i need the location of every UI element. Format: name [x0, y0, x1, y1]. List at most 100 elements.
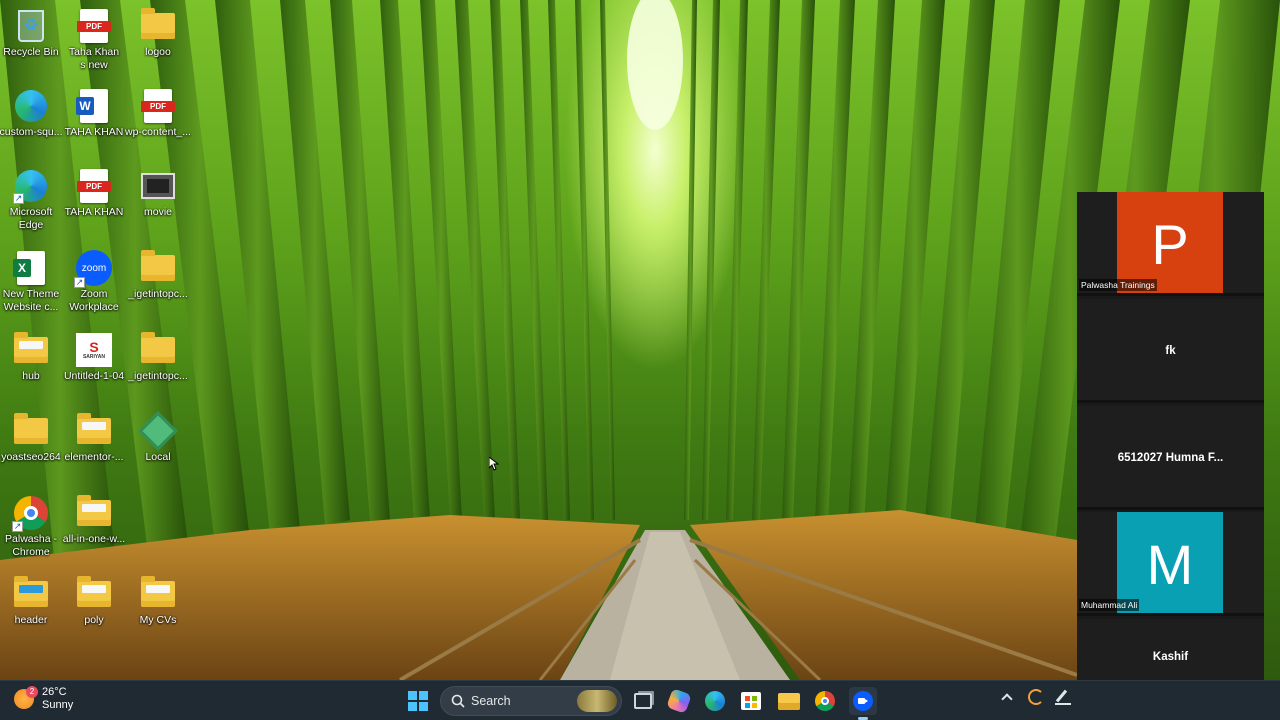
local-app-icon	[138, 411, 178, 451]
recycle-bin-icon: ♻	[18, 10, 44, 42]
desktop-icon-local[interactable]: Local	[125, 411, 191, 464]
file-explorer-icon	[778, 692, 800, 710]
desktop-icon-taha-khan-pdf[interactable]: PDF TAHA KHAN	[61, 168, 127, 219]
weather-condition: Sunny	[42, 699, 74, 711]
folder-icon	[14, 576, 48, 607]
participant-name: 6512027 Humna F...	[1117, 452, 1224, 464]
store-icon	[741, 692, 761, 710]
pen-tray-button[interactable]	[1055, 689, 1071, 705]
folder-icon	[77, 413, 111, 444]
taskbar: 2 26°C Sunny Search	[0, 680, 1280, 720]
sun-icon: 2	[14, 686, 38, 709]
desktop-icon-elementor[interactable]: elementor-...	[61, 413, 127, 464]
search-label: Search	[471, 694, 511, 708]
desktop-icon-microsoft-edge[interactable]: ↗ Microsoft Edge	[0, 168, 64, 232]
folder-icon	[141, 576, 175, 607]
desktop-icon-untitled-1-04[interactable]: S SARIYAN Untitled-1-04	[61, 332, 127, 383]
desktop-icon-header[interactable]: header	[0, 576, 64, 627]
search-highlight-icon	[577, 690, 617, 712]
word-document-icon: W	[76, 89, 108, 123]
folder-icon	[14, 413, 48, 444]
folder-icon	[141, 332, 175, 363]
sync-tray-button[interactable]	[1028, 689, 1044, 705]
file-explorer-button[interactable]	[775, 687, 803, 715]
desktop-icon-hub[interactable]: hub	[0, 332, 64, 383]
zoom-participants-panel: P Palwasha Trainings fk 6512027 Humna F.…	[1077, 192, 1264, 680]
desktop-icon-label: elementor-...	[64, 451, 124, 463]
participant-name: Kashif	[1152, 651, 1189, 663]
desktop-icon-label: Local	[145, 451, 171, 463]
participant-tile[interactable]: M Muhammad Ali	[1077, 512, 1264, 616]
desktop-icon-label: all-in-one-w...	[62, 533, 126, 545]
excel-file-icon: X	[13, 251, 45, 285]
folder-icon	[77, 576, 111, 607]
participant-tile[interactable]: P Palwasha Trainings	[1077, 192, 1264, 296]
edge-icon	[705, 691, 725, 711]
store-taskbar-button[interactable]	[737, 687, 765, 715]
participant-tile[interactable]: 6512027 Humna F...	[1077, 406, 1264, 510]
edge-taskbar-button[interactable]	[701, 687, 729, 715]
desktop-icon-all-in-one[interactable]: all-in-one-w...	[61, 495, 127, 546]
chrome-taskbar-button[interactable]	[811, 687, 839, 715]
zoom-taskbar-button[interactable]	[849, 687, 877, 715]
mouse-cursor-icon	[489, 457, 499, 471]
desktop-icon-igetintopc-1[interactable]: _igetintopc...	[125, 250, 191, 301]
pdf-file-icon: PDF	[141, 89, 175, 123]
desktop-icon-label: TAHA KHAN	[64, 206, 124, 218]
chrome-icon	[815, 691, 835, 711]
desktop-icon-my-cvs[interactable]: My CVs	[125, 576, 191, 627]
participant-name-tag: Palwasha Trainings	[1079, 279, 1157, 291]
desktop-icon-label: Taha Khan s new	[68, 46, 120, 71]
desktop-icon-label: poly	[84, 614, 104, 626]
desktop-icon-custom-squ[interactable]: custom-squ...	[0, 88, 64, 139]
desktop-icon-label: TAHA KHAN	[64, 126, 124, 138]
desktop-icon-label: yoastseo264	[1, 451, 61, 463]
desktop-icon-label: wp-content_...	[125, 126, 191, 138]
video-file-icon	[141, 173, 175, 199]
pdf-file-icon: PDF	[77, 169, 111, 203]
image-logo-text: SARIYAN	[82, 354, 106, 360]
task-view-icon	[634, 693, 652, 709]
participant-tile[interactable]: fk	[1077, 299, 1264, 403]
desktop-icon-new-theme-website[interactable]: X New Theme Website c...	[0, 250, 64, 314]
folder-icon	[14, 332, 48, 363]
notification-badge: 2	[26, 686, 38, 698]
chevron-up-icon	[1001, 693, 1013, 705]
folder-icon	[141, 250, 175, 281]
participant-name-tag: Muhammad Ali	[1079, 599, 1140, 611]
tray-overflow-button[interactable]	[1001, 691, 1013, 705]
participant-tile[interactable]: Kashif	[1077, 619, 1264, 680]
desktop-icon-label: _igetintopc...	[128, 288, 188, 300]
desktop-icon-palwasha-chrome[interactable]: ↗ Palwasha - Chrome	[0, 495, 64, 559]
desktop-icon-label: Microsoft Edge	[9, 206, 53, 231]
folder-icon	[141, 8, 175, 39]
zoom-icon	[853, 691, 873, 711]
copilot-button[interactable]	[665, 687, 693, 715]
zoom-icon: zoom ↗	[74, 250, 112, 288]
desktop-icon-taha-khan-docx[interactable]: W TAHA KHAN	[61, 88, 127, 139]
desktop-icon-taha-khan-new[interactable]: PDF Taha Khan s new	[61, 8, 127, 72]
task-view-button[interactable]	[629, 687, 657, 715]
desktop-icon-igetintopc-2[interactable]: _igetintopc...	[125, 332, 191, 383]
pdf-file-icon: PDF	[77, 9, 111, 43]
desktop-icon-zoom-workplace[interactable]: zoom ↗ Zoom Workplace	[61, 250, 127, 314]
desktop-icon-label: logoo	[145, 46, 171, 58]
desktop-icon-label: custom-squ...	[0, 126, 63, 138]
weather-widget[interactable]: 2 26°C Sunny	[14, 686, 73, 712]
desktop-icon-label: Zoom Workplace	[69, 288, 119, 313]
edge-icon: ↗	[13, 170, 47, 204]
taskbar-search[interactable]: Search	[440, 686, 622, 716]
desktop-icon-recycle-bin[interactable]: ♻ Recycle Bin	[0, 8, 64, 59]
desktop-icon-label: hub	[22, 370, 40, 382]
desktop-icon-label: My CVs	[139, 614, 177, 626]
desktop-icon-label: movie	[143, 206, 172, 218]
image-file-icon: S SARIYAN	[76, 333, 112, 367]
desktop-icon-movie[interactable]: movie	[125, 168, 191, 219]
edge-icon	[15, 90, 47, 122]
desktop-icon-logoo[interactable]: logoo	[125, 8, 191, 59]
weather-temperature: 26°C	[42, 686, 67, 698]
desktop-icon-yoastseo264[interactable]: yoastseo264	[0, 413, 64, 464]
desktop-icon-poly[interactable]: poly	[61, 576, 127, 627]
start-button[interactable]	[404, 687, 432, 715]
desktop-icon-wp-content[interactable]: PDF wp-content_...	[125, 88, 191, 139]
